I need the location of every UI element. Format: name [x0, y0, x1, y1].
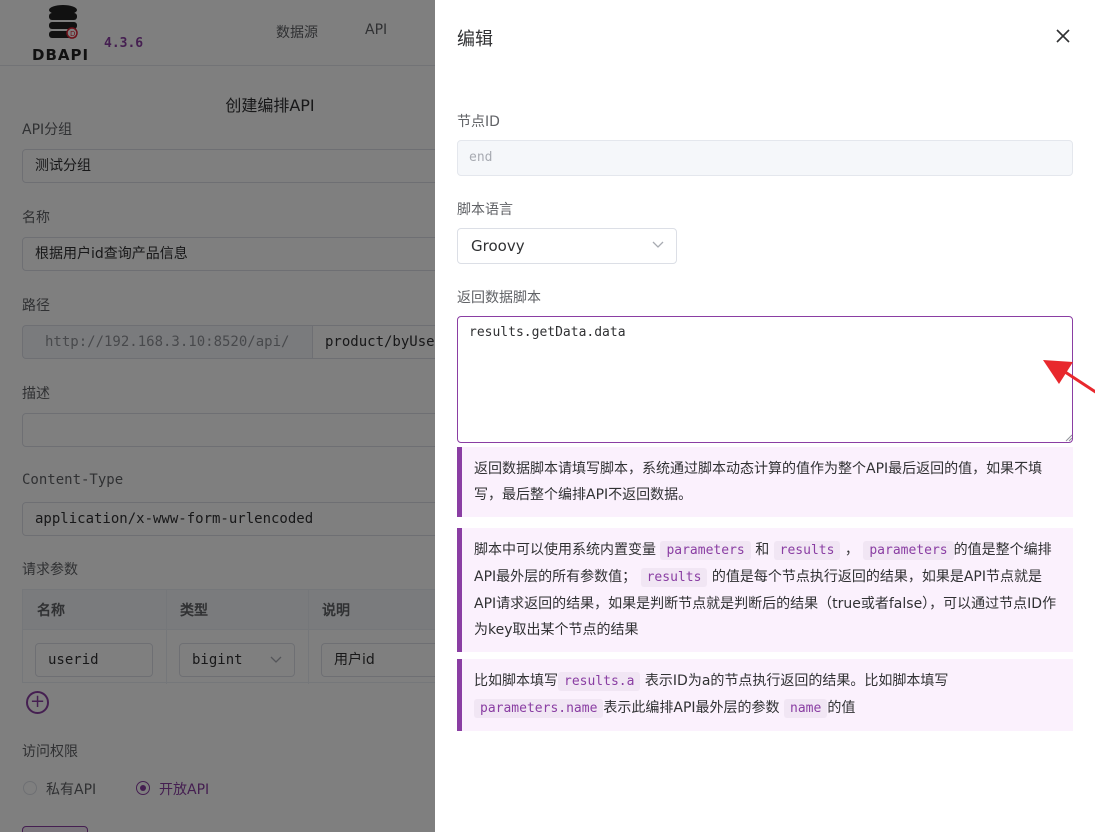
- script-lang-select[interactable]: Groovy: [457, 228, 677, 264]
- resize-handle-icon[interactable]: [1065, 434, 1073, 442]
- code-results: results: [640, 568, 708, 587]
- annotation-arrow-icon: [1043, 360, 1095, 394]
- tip-text: ，: [844, 542, 859, 558]
- drawer-title: 编辑: [457, 29, 493, 50]
- script-lang-value: Groovy: [471, 237, 525, 255]
- code-results-a: results.a: [558, 672, 641, 691]
- tip-text: 和: [755, 542, 770, 558]
- node-id-label: 节点ID: [457, 114, 500, 130]
- tip-text: 表示ID为a的节点执行返回的结果。比如脚本填写: [644, 673, 949, 689]
- return-script-textarea[interactable]: results.getData.data: [457, 316, 1073, 443]
- tip-text: 比如脚本填写: [474, 673, 558, 689]
- tip-text: 返回数据脚本请填写脚本，系统通过脚本动态计算的值作为整个API最后返回的值，如果…: [474, 461, 1043, 503]
- close-button[interactable]: [1049, 22, 1077, 50]
- code-parameters: parameters: [660, 541, 751, 560]
- code-parameters-name: parameters.name: [474, 699, 604, 718]
- script-lang-label: 脚本语言: [457, 202, 513, 218]
- tip-script-examples: 比如脚本填写 results.a 表示ID为a的节点执行返回的结果。比如脚本填写 …: [457, 659, 1073, 731]
- tip-text: 脚本中可以使用系统内置变量: [474, 542, 656, 558]
- close-icon: [1056, 29, 1070, 43]
- code-results: results: [773, 541, 841, 560]
- tip-return-script: 返回数据脚本请填写脚本，系统通过脚本动态计算的值作为整个API最后返回的值，如果…: [457, 447, 1073, 517]
- chevron-down-icon: [652, 241, 664, 248]
- tip-builtin-variables: 脚本中可以使用系统内置变量 parameters 和 results ， par…: [457, 528, 1073, 652]
- tip-text: 表示此编排API最外层的参数: [603, 700, 780, 716]
- node-id-input: end: [457, 140, 1073, 176]
- edit-drawer: 编辑 节点ID end 脚本语言 Groovy 返回数据脚本 results.g…: [435, 0, 1095, 832]
- tip-text: 的值: [827, 700, 856, 716]
- code-name: name: [784, 699, 828, 718]
- return-script-label: 返回数据脚本: [457, 290, 541, 306]
- code-parameters: parameters: [863, 541, 954, 560]
